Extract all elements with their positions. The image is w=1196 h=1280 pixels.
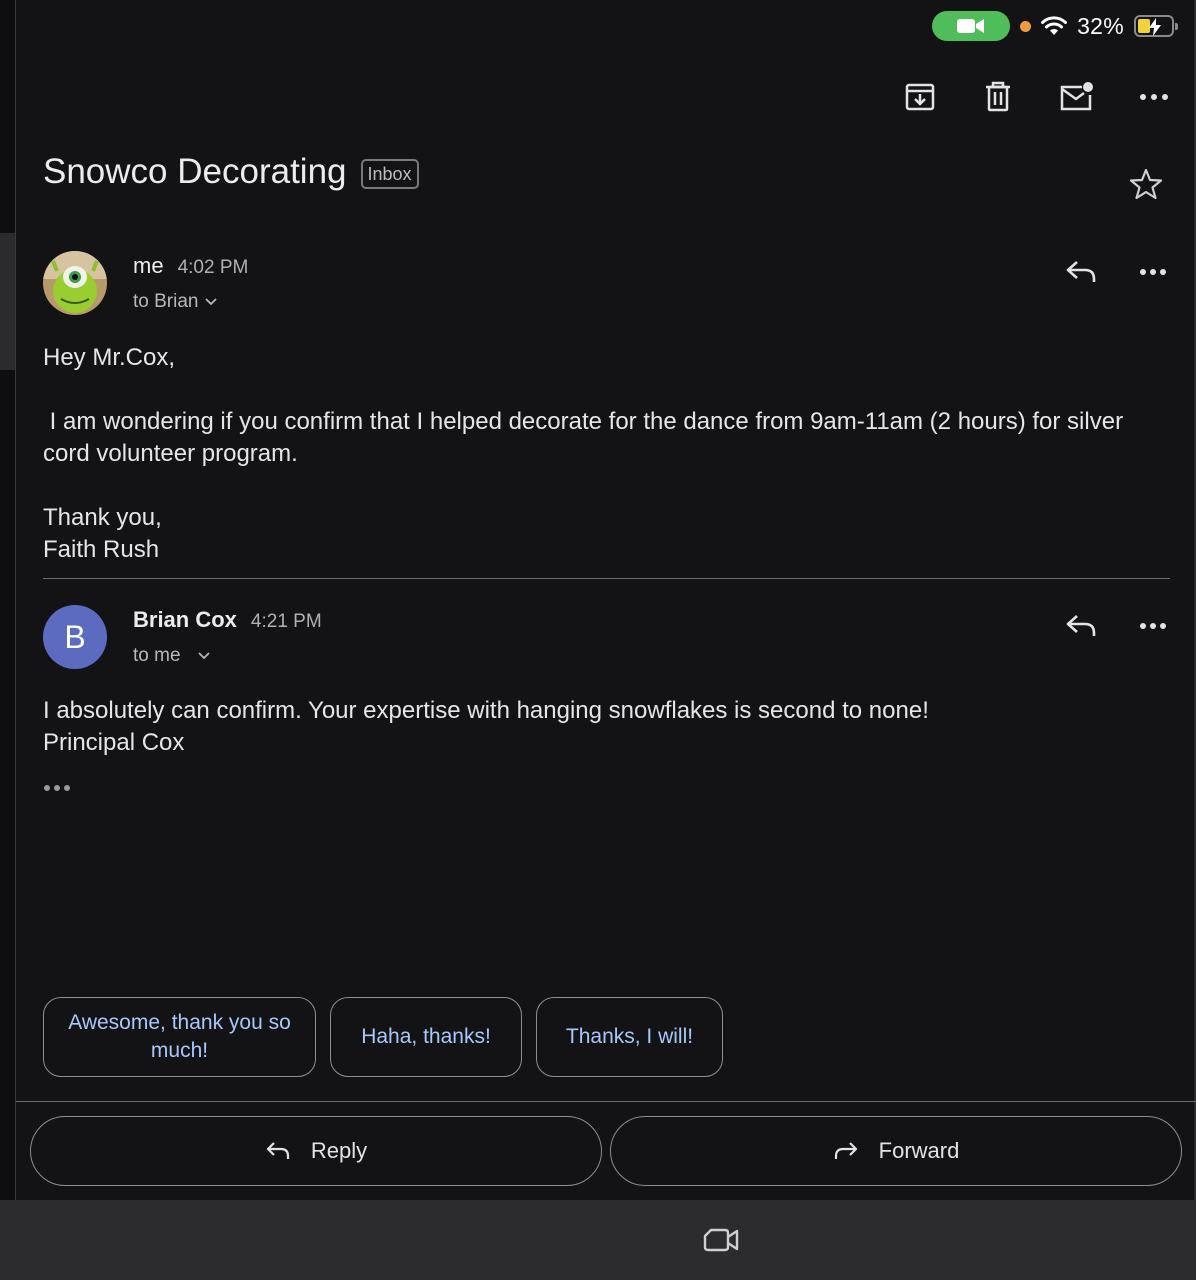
battery-percentage: 32% [1077, 12, 1124, 39]
show-quoted-text-button[interactable] [44, 778, 74, 798]
message-time: 4:02 PM [177, 257, 249, 278]
more-horizontal-icon [1140, 94, 1168, 100]
reply-label: Reply [310, 1138, 368, 1163]
forward-label: Forward [878, 1138, 960, 1163]
mark-unread-icon [1060, 82, 1093, 111]
message-header-2[interactable]: B Brian Cox 4:21 PM to me [43, 605, 1170, 671]
rail-indicator [0, 233, 15, 370]
message-body-2: I absolutely can confirm. Your expertise… [43, 695, 1156, 759]
forward-icon [834, 1142, 857, 1159]
body-line: I am wondering if you confirm that I hel… [43, 408, 1130, 467]
subject-row: Snowco Decorating Inbox [43, 152, 419, 192]
mark-unread-button[interactable] [1050, 74, 1102, 120]
smart-reply-chip[interactable]: Thanks, I will! [536, 997, 723, 1077]
reply-all-button[interactable]: Reply [30, 1116, 602, 1186]
bottom-dock [0, 1200, 1196, 1280]
chevron-down-icon [205, 298, 218, 306]
message-toolbar [894, 74, 1180, 120]
facetime-indicator[interactable] [932, 11, 1011, 41]
archive-button[interactable] [894, 74, 946, 120]
reply-icon [1066, 615, 1096, 636]
reply-icon [266, 1142, 289, 1159]
more-horizontal-icon [1140, 623, 1166, 629]
inbox-label[interactable]: Inbox [360, 159, 419, 189]
smart-replies: Awesome, thank you so much! Haha, thanks… [43, 997, 723, 1077]
more-options-button[interactable] [1128, 74, 1180, 120]
avatar[interactable] [43, 251, 107, 315]
wifi-icon [1041, 16, 1068, 35]
body-line: Hey Mr.Cox, [43, 344, 176, 371]
video-camera-icon [957, 19, 985, 33]
message-divider [43, 578, 1170, 579]
chevron-down-icon [197, 652, 210, 660]
status-bar: 32% [932, 10, 1178, 42]
smart-reply-chip[interactable]: Awesome, thank you so much! [43, 997, 316, 1077]
recipients-text: to Brian [133, 291, 199, 312]
more-horizontal-icon [1140, 269, 1166, 275]
monster-avatar-image [43, 251, 107, 315]
body-line: I absolutely can confirm. Your expertise… [43, 697, 929, 724]
body-line: Principal Cox [43, 729, 185, 756]
star-icon [1129, 168, 1163, 200]
actions-divider [16, 1101, 1196, 1102]
recipients-text: to me [133, 645, 181, 666]
video-call-icon[interactable] [703, 1225, 739, 1255]
message-header-1[interactable]: me 4:02 PM to Brian [43, 251, 1170, 317]
reply-forward-bar: Reply Forward [30, 1116, 1182, 1186]
reply-icon [1066, 261, 1096, 282]
archive-icon [905, 83, 935, 111]
forward-button[interactable]: Forward [610, 1116, 1182, 1186]
message-more-button[interactable] [1136, 255, 1170, 289]
sender-name: me [133, 253, 164, 278]
microphone-in-use-dot [1020, 20, 1032, 32]
body-line: Faith Rush [43, 536, 160, 563]
recipients-toggle[interactable]: to me [133, 645, 211, 667]
battery-icon [1134, 15, 1178, 37]
left-rail [0, 0, 16, 1200]
message-time: 4:21 PM [250, 611, 322, 632]
delete-button[interactable] [972, 74, 1024, 120]
reply-button[interactable] [1064, 609, 1098, 643]
message-more-button[interactable] [1136, 609, 1170, 643]
star-button[interactable] [1126, 164, 1166, 204]
recipients-toggle[interactable]: to Brian [133, 291, 218, 313]
avatar[interactable]: B [43, 605, 107, 669]
sender-name: Brian Cox [133, 607, 237, 632]
reply-button[interactable] [1064, 255, 1098, 289]
body-line: Thank you, [43, 504, 162, 531]
smart-reply-chip[interactable]: Haha, thanks! [330, 997, 522, 1077]
trash-icon [986, 81, 1010, 112]
message-body-1: Hey Mr.Cox, I am wondering if you confir… [43, 342, 1156, 566]
email-subject: Snowco Decorating [43, 152, 347, 191]
